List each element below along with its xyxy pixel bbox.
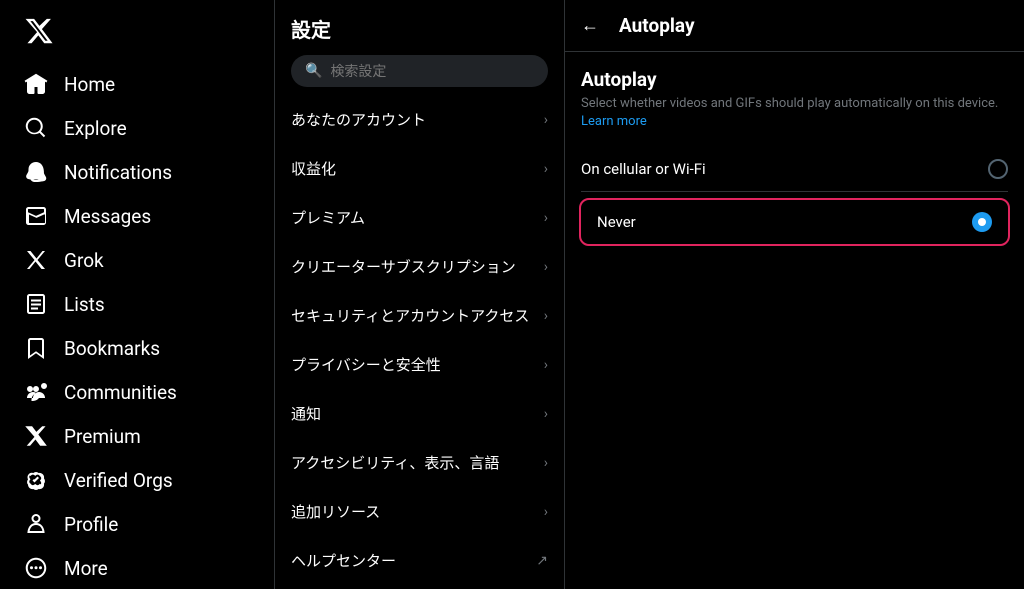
sidebar-item-lists[interactable]: Lists — [12, 282, 262, 326]
settings-item-monetization-label: 収益化 — [291, 158, 544, 179]
chevron-right-icon: › — [544, 504, 548, 520]
sidebar-item-notifications-label: Notifications — [64, 161, 172, 184]
settings-title: 設定 — [275, 0, 564, 51]
search-input[interactable] — [330, 63, 534, 79]
bookmark-icon — [24, 336, 48, 360]
search-icon — [24, 116, 48, 140]
sidebar-item-explore[interactable]: Explore — [12, 106, 262, 150]
list-icon — [24, 292, 48, 316]
sidebar-item-bookmarks-label: Bookmarks — [64, 337, 160, 360]
autoplay-cellular-label: On cellular or Wi-Fi — [581, 160, 706, 178]
settings-item-privacy-label: プライバシーと安全性 — [291, 354, 544, 375]
sidebar-item-communities-label: Communities — [64, 381, 177, 404]
autoplay-option-cellular[interactable]: On cellular or Wi-Fi — [581, 147, 1008, 192]
settings-item-monetization[interactable]: 収益化 › — [275, 144, 564, 193]
external-link-icon: ↗ — [536, 553, 548, 569]
settings-list: あなたのアカウント › 収益化 › プレミアム › クリエーターサブスクリプショ… — [275, 95, 564, 585]
sidebar-item-explore-label: Explore — [64, 117, 127, 140]
autoplay-section-desc: Select whether videos and GIFs should pl… — [581, 95, 1008, 131]
settings-item-help-label: ヘルプセンター — [291, 550, 536, 571]
settings-item-account-label: あなたのアカウント — [291, 109, 544, 130]
sidebar-item-verified-orgs[interactable]: Verified Orgs — [12, 458, 262, 502]
settings-item-additional-label: 追加リソース — [291, 501, 544, 522]
chevron-right-icon: › — [544, 112, 548, 128]
sidebar-item-more[interactable]: More — [12, 546, 262, 589]
chevron-right-icon: › — [544, 210, 548, 226]
sidebar-item-lists-label: Lists — [64, 293, 105, 316]
chevron-right-icon: › — [544, 259, 548, 275]
autoplay-desc-text: Select whether videos and GIFs should pl… — [581, 96, 998, 111]
more-icon — [24, 556, 48, 580]
radio-never[interactable] — [972, 212, 992, 232]
sidebar-item-bookmarks[interactable]: Bookmarks — [12, 326, 262, 370]
chevron-right-icon: › — [544, 161, 548, 177]
grok-icon — [24, 248, 48, 272]
settings-item-notifications-label: 通知 — [291, 403, 544, 424]
radio-cellular[interactable] — [988, 159, 1008, 179]
sidebar-item-communities[interactable]: Communities — [12, 370, 262, 414]
chevron-right-icon: › — [544, 455, 548, 471]
sidebar-item-home[interactable]: Home — [12, 62, 262, 106]
right-panel-title: Autoplay — [619, 14, 695, 37]
chevron-right-icon: › — [544, 406, 548, 422]
sidebar-item-verified-orgs-label: Verified Orgs — [64, 469, 173, 492]
settings-item-security[interactable]: セキュリティとアカウントアクセス › — [275, 291, 564, 340]
settings-item-creator[interactable]: クリエーターサブスクリプション › — [275, 242, 564, 291]
sidebar-item-profile-label: Profile — [64, 513, 118, 536]
autoplay-section-title: Autoplay — [581, 68, 1008, 91]
verified-icon — [24, 468, 48, 492]
sidebar-item-premium-label: Premium — [64, 425, 141, 448]
search-box[interactable]: 🔍 — [291, 55, 548, 87]
bell-icon — [24, 160, 48, 184]
autoplay-content: Autoplay Select whether videos and GIFs … — [565, 52, 1024, 260]
sidebar-item-more-label: More — [64, 557, 108, 580]
settings-item-help[interactable]: ヘルプセンター ↗ — [275, 536, 564, 585]
search-icon: 🔍 — [305, 63, 322, 79]
sidebar-item-profile[interactable]: Profile — [12, 502, 262, 546]
envelope-icon — [24, 204, 48, 228]
sidebar-item-premium[interactable]: Premium — [12, 414, 262, 458]
logo[interactable] — [12, 8, 262, 58]
person-icon — [24, 512, 48, 536]
autoplay-option-never[interactable]: Never — [581, 200, 1008, 244]
learn-more-link[interactable]: Learn more — [581, 114, 647, 129]
sidebar-item-home-label: Home — [64, 73, 115, 96]
chevron-right-icon: › — [544, 357, 548, 373]
settings-item-accessibility-label: アクセシビリティ、表示、言語 — [291, 452, 544, 473]
communities-icon — [24, 380, 48, 404]
sidebar-item-grok-label: Grok — [64, 249, 104, 272]
chevron-right-icon: › — [544, 308, 548, 324]
settings-item-notifications[interactable]: 通知 › — [275, 389, 564, 438]
back-button[interactable]: ← — [581, 15, 599, 36]
settings-item-privacy[interactable]: プライバシーと安全性 › — [275, 340, 564, 389]
autoplay-never-label: Never — [597, 213, 636, 231]
sidebar-item-messages-label: Messages — [64, 205, 151, 228]
sidebar-item-grok[interactable]: Grok — [12, 238, 262, 282]
settings-item-premium[interactable]: プレミアム › — [275, 193, 564, 242]
settings-item-accessibility[interactable]: アクセシビリティ、表示、言語 › — [275, 438, 564, 487]
right-header: ← Autoplay — [565, 0, 1024, 52]
x-logo-icon — [24, 16, 54, 46]
home-icon — [24, 72, 48, 96]
settings-item-account[interactable]: あなたのアカウント › — [275, 95, 564, 144]
settings-item-security-label: セキュリティとアカウントアクセス — [291, 305, 544, 326]
sidebar-item-notifications[interactable]: Notifications — [12, 150, 262, 194]
settings-item-additional[interactable]: 追加リソース › — [275, 487, 564, 536]
settings-item-creator-label: クリエーターサブスクリプション — [291, 256, 544, 277]
premium-x-icon — [24, 424, 48, 448]
settings-panel: 設定 🔍 あなたのアカウント › 収益化 › プレミアム › クリエーターサブス… — [275, 0, 565, 589]
sidebar-item-messages[interactable]: Messages — [12, 194, 262, 238]
autoplay-panel: ← Autoplay Autoplay Select whether video… — [565, 0, 1024, 589]
sidebar: Home Explore Notifications Messages Grok… — [0, 0, 275, 589]
settings-item-premium-label: プレミアム — [291, 207, 544, 228]
